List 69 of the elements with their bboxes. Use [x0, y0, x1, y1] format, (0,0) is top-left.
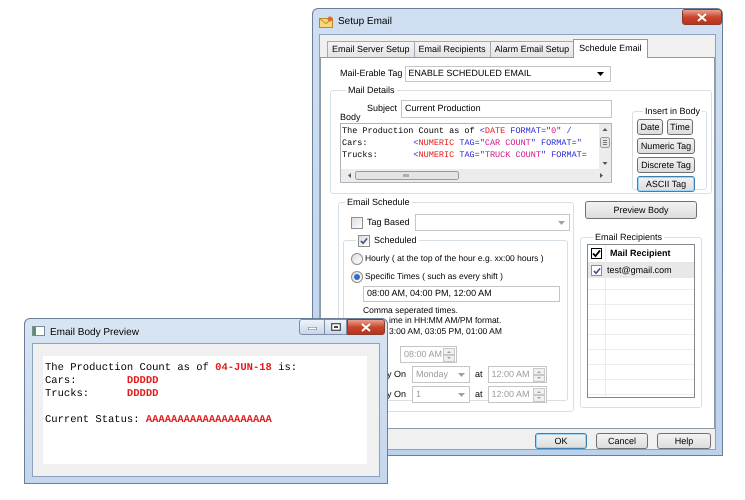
button[interactable]: Numeric Tag — [637, 138, 695, 154]
close-icon — [697, 12, 707, 22]
field-label: Subject — [367, 102, 398, 116]
scrollbar[interactable] — [599, 124, 611, 170]
button[interactable]: Discrete Tag — [637, 157, 695, 173]
close-icon — [361, 322, 371, 332]
column-header: Mail Recipient — [610, 246, 671, 260]
checkbox[interactable] — [351, 216, 363, 228]
hint-text: ime in HH:MM AM/PM format. — [389, 315, 502, 326]
envelope-icon — [319, 16, 333, 28]
maximize-button[interactable] — [325, 319, 347, 335]
spin-buttons-icon — [443, 348, 455, 362]
text-line: Cars: DDDDD — [45, 375, 160, 388]
text-line: Current Status: AAAAAAAAAAAAAAAAAAAA — [45, 414, 273, 427]
list-row[interactable]: test@gmail.com — [588, 263, 694, 278]
tab[interactable]: Alarm Email Setup — [490, 41, 574, 57]
radio-button[interactable] — [351, 270, 363, 282]
close-button[interactable] — [682, 9, 722, 25]
text-line: Cars: <NUMERIC TAG="CAR COUNT" FORMAT=" — [342, 137, 583, 149]
field-label: at — [475, 388, 483, 401]
spin-buttons-icon — [532, 368, 545, 382]
minimize-icon — [308, 327, 316, 330]
group-label: Email Recipients — [594, 233, 664, 242]
spin-buttons-icon — [532, 388, 545, 402]
caret-icon — [458, 372, 465, 376]
hint-text: 3:00 AM, 03:05 PM, 01:00 AM — [389, 326, 502, 336]
group-label: Insert in Body — [644, 107, 702, 116]
button[interactable]: Help — [657, 433, 711, 449]
window-title: Email Body Preview — [50, 326, 139, 340]
dropdown[interactable]: ENABLE SCHEDULED EMAIL — [405, 66, 612, 82]
text-line: The Production Count as of <DATE FORMAT="0" / — [342, 125, 573, 137]
text-line: Trucks: DDDDD — [45, 388, 160, 401]
button[interactable]: ASCII Tag — [637, 176, 695, 192]
caret-icon — [558, 220, 565, 224]
text-line: Trucks: <NUMERIC TAG="TRUCK COUNT" FORMAT= — [342, 149, 587, 161]
button[interactable]: Date — [637, 119, 663, 135]
button[interactable]: Preview Body — [585, 201, 697, 219]
radio-button[interactable] — [351, 252, 363, 264]
field-label: Mail-Erable Tag — [340, 67, 402, 80]
checkbox-label: Tag Based — [367, 216, 410, 229]
field-label: at — [475, 368, 483, 381]
close-button[interactable] — [347, 319, 385, 335]
checkbox[interactable] — [591, 248, 602, 259]
radio-label: Hourly ( at the top of the hour e.g. xx:00 hours ) — [365, 252, 544, 265]
radio-label: Specific Times ( such as every shift ) — [365, 270, 503, 283]
minimize-button[interactable] — [299, 319, 325, 335]
text-line: The Production Count as of 04-JUN-18 is: — [45, 362, 298, 375]
caret-icon — [597, 72, 604, 76]
caret-icon — [458, 392, 465, 396]
checkbox[interactable] — [591, 265, 602, 276]
window-icon — [32, 326, 45, 336]
button[interactable]: OK — [535, 433, 587, 449]
hint-text: Comma seperated times. — [363, 304, 458, 315]
scrollbar[interactable] — [341, 169, 611, 182]
button[interactable]: Cancel — [596, 433, 648, 449]
checkbox[interactable] — [358, 234, 370, 247]
checkbox-label: Scheduled — [374, 234, 417, 247]
body-text-area[interactable]: The Production Count as of <DATE FORMAT="0" / Cars: <NUMERIC TAG="CAR COUNT" FORMAT=" Trucks: <NUMERIC TAG="TRUCK COUNT" FORMAT= — [340, 123, 612, 183]
group-label: Mail Details — [347, 86, 396, 95]
field-label: Body — [340, 113, 361, 122]
text-field[interactable]: Current Production — [401, 100, 612, 118]
button[interactable]: Time — [667, 119, 693, 135]
tab[interactable]: Email Server Setup — [327, 41, 415, 57]
tab[interactable]: Schedule Email — [573, 39, 648, 58]
text-field[interactable]: 08:00 AM, 04:00 PM, 12:00 AM — [363, 286, 560, 302]
tab[interactable]: Email Recipients — [414, 41, 491, 57]
restore-icon — [330, 323, 340, 331]
group-label: Email Schedule — [346, 198, 411, 207]
window-title: Setup Email — [338, 15, 392, 29]
